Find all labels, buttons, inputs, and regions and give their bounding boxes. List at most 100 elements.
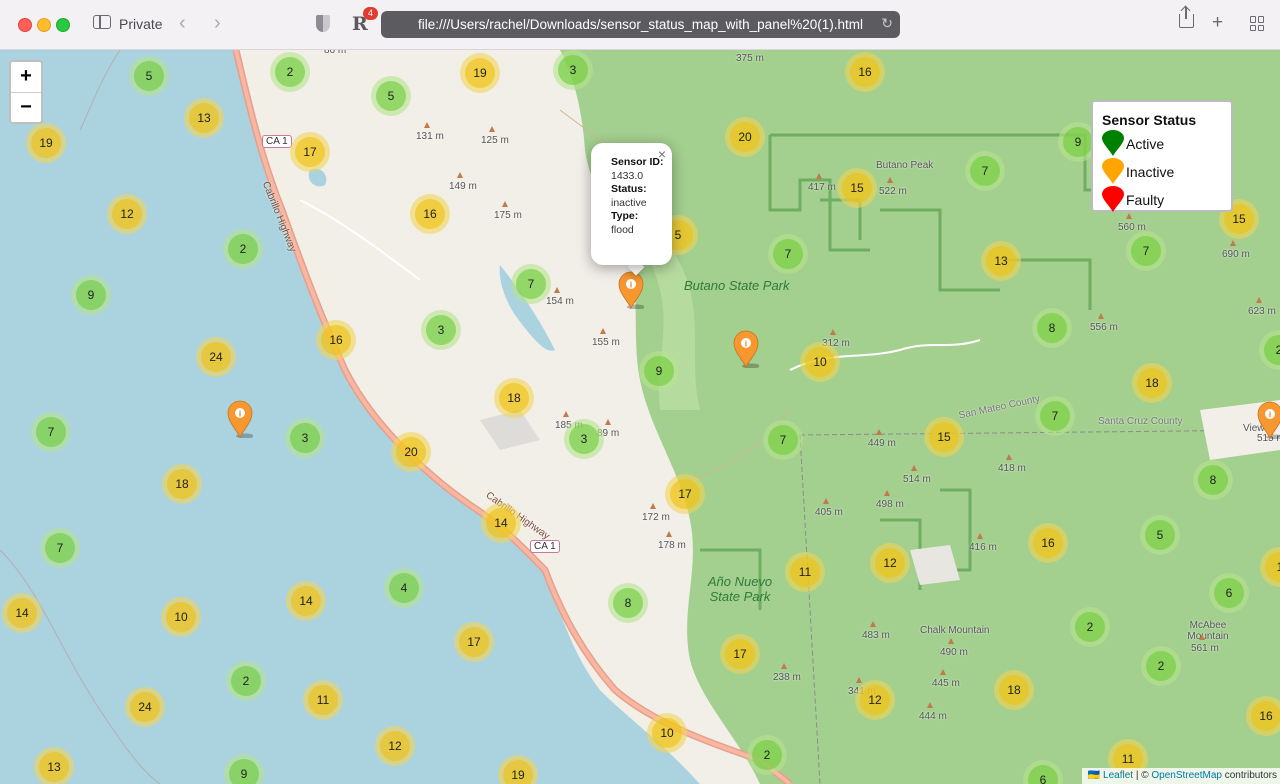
marker-cluster[interactable]: 16 (845, 52, 885, 92)
cluster-count: 8 (1037, 313, 1067, 343)
sensor-marker-inactive[interactable]: i (618, 271, 645, 310)
marker-cluster[interactable]: 3 (285, 418, 325, 458)
marker-cluster[interactable]: 8 (608, 583, 648, 623)
marker-cluster[interactable]: 13 (34, 747, 74, 784)
marker-cluster[interactable]: 11 (303, 680, 343, 720)
popup-status-value: inactive (611, 196, 647, 209)
marker-cluster[interactable]: 12 (107, 194, 147, 234)
marker-cluster[interactable]: 8 (1193, 460, 1233, 500)
map-view[interactable]: Butano State Park Año Nuevo State Park C… (0, 50, 1280, 784)
marker-cluster[interactable]: 15 (837, 168, 877, 208)
sensor-marker-inactive[interactable]: i (733, 330, 760, 369)
marker-cluster[interactable]: 5 (1140, 515, 1180, 555)
marker-cluster[interactable]: 2 (270, 52, 310, 92)
marker-cluster[interactable]: 9 (71, 275, 111, 315)
cluster-count: 20 (730, 122, 760, 152)
marker-cluster[interactable]: 2 (747, 735, 787, 775)
close-window-button[interactable] (18, 18, 32, 32)
marker-cluster[interactable]: 2 (226, 661, 266, 701)
marker-cluster[interactable]: 7 (965, 151, 1005, 191)
marker-cluster[interactable]: 17 (720, 634, 760, 674)
marker-cluster[interactable]: 20 (391, 432, 431, 472)
address-bar[interactable]: file:///Users/rachel/Downloads/sensor_st… (381, 11, 900, 38)
marker-cluster[interactable]: 16 (1028, 523, 1068, 563)
marker-cluster[interactable]: 2 (1070, 607, 1110, 647)
marker-cluster[interactable]: 19 (26, 123, 66, 163)
leaflet-link[interactable]: Leaflet (1103, 770, 1133, 781)
zoom-window-button[interactable] (56, 18, 70, 32)
marker-cluster[interactable]: 10 (161, 597, 201, 637)
marker-cluster[interactable]: 18 (994, 670, 1034, 710)
marker-cluster[interactable]: 13 (184, 98, 224, 138)
marker-cluster[interactable]: 14 (286, 581, 326, 621)
marker-cluster[interactable]: 7 (1126, 231, 1166, 271)
marker-cluster[interactable]: 17 (454, 622, 494, 662)
osm-link[interactable]: OpenStreetMap (1151, 770, 1222, 781)
marker-cluster[interactable]: 17 (290, 132, 330, 172)
marker-cluster[interactable]: 3 (564, 419, 604, 459)
marker-cluster[interactable]: 18 (494, 378, 534, 418)
marker-cluster[interactable]: 12 (855, 680, 895, 720)
marker-cluster[interactable]: 12 (375, 726, 415, 766)
marker-cluster[interactable]: 10 (800, 342, 840, 382)
zoom-in-button[interactable]: + (11, 62, 41, 93)
marker-cluster[interactable]: 17 (665, 474, 705, 514)
marker-cluster[interactable]: 14 (2, 593, 42, 633)
marker-cluster[interactable]: 6 (1209, 573, 1249, 613)
marker-cluster[interactable]: 2 (223, 229, 263, 269)
sensor-marker-inactive[interactable]: i (227, 400, 254, 439)
marker-cluster[interactable]: 3 (553, 50, 593, 90)
privacy-shield-icon[interactable] (316, 15, 330, 32)
marker-cluster[interactable]: 12 (870, 543, 910, 583)
marker-cluster[interactable]: 24 (196, 337, 236, 377)
marker-cluster[interactable]: 10 (647, 713, 687, 753)
elevation-label: 238 m (773, 672, 801, 683)
sidebar-toggle-icon[interactable] (93, 15, 111, 29)
sensor-marker-inactive[interactable]: i (1257, 401, 1280, 440)
marker-cluster[interactable]: 7 (1035, 396, 1075, 436)
marker-cluster[interactable]: 9 (639, 351, 679, 391)
marker-cluster[interactable]: 16 (316, 320, 356, 360)
cluster-count: 15 (929, 422, 959, 452)
new-tab-icon[interactable]: + (1212, 12, 1223, 34)
marker-cluster[interactable]: 24 (125, 687, 165, 727)
chevron-left-icon[interactable]: ‹ (179, 12, 186, 34)
zoom-out-button[interactable]: − (11, 93, 41, 123)
marker-cluster[interactable]: 18 (1132, 363, 1172, 403)
info-icon: i (1257, 401, 1280, 440)
marker-cluster[interactable]: 7 (511, 264, 551, 304)
marker-cluster[interactable]: 16 (1246, 696, 1280, 736)
marker-cluster[interactable]: 11 (785, 552, 825, 592)
marker-cluster[interactable]: 7 (763, 420, 803, 460)
cluster-count: 2 (231, 666, 261, 696)
marker-cluster[interactable]: 4 (384, 568, 424, 608)
marker-cluster[interactable]: 15 (924, 417, 964, 457)
private-tab-label[interactable]: Private (119, 16, 163, 32)
marker-cluster[interactable]: 2 (1141, 646, 1181, 686)
elevation-label: 178 m (658, 540, 686, 551)
chevron-right-icon[interactable]: › (214, 12, 221, 34)
marker-cluster[interactable]: 3 (421, 310, 461, 350)
share-icon[interactable] (1179, 7, 1194, 28)
marker-cluster[interactable]: 18 (162, 464, 202, 504)
peak-icon (781, 663, 787, 669)
tab-overview-icon[interactable] (1250, 16, 1265, 31)
marker-cluster[interactable]: 8 (1032, 308, 1072, 348)
url-text[interactable]: file:///Users/rachel/Downloads/sensor_st… (381, 17, 900, 32)
reload-icon[interactable]: ↻ (881, 15, 893, 32)
marker-cluster[interactable]: 14 (481, 503, 521, 543)
marker-cluster[interactable]: 20 (725, 117, 765, 157)
marker-cluster[interactable]: 5 (371, 76, 411, 116)
cluster-count: 14 (486, 508, 516, 538)
marker-cluster[interactable]: 7 (768, 234, 808, 274)
peak-icon (876, 429, 882, 435)
marker-cluster[interactable]: 7 (31, 412, 71, 452)
cluster-count: 5 (1145, 520, 1175, 550)
marker-cluster[interactable]: 19 (460, 53, 500, 93)
marker-cluster[interactable]: 13 (981, 241, 1021, 281)
elevation-label: 444 m (919, 711, 947, 722)
marker-cluster[interactable]: 5 (129, 56, 169, 96)
minimize-window-button[interactable] (37, 18, 51, 32)
marker-cluster[interactable]: 7 (40, 528, 80, 568)
marker-cluster[interactable]: 16 (410, 194, 450, 234)
